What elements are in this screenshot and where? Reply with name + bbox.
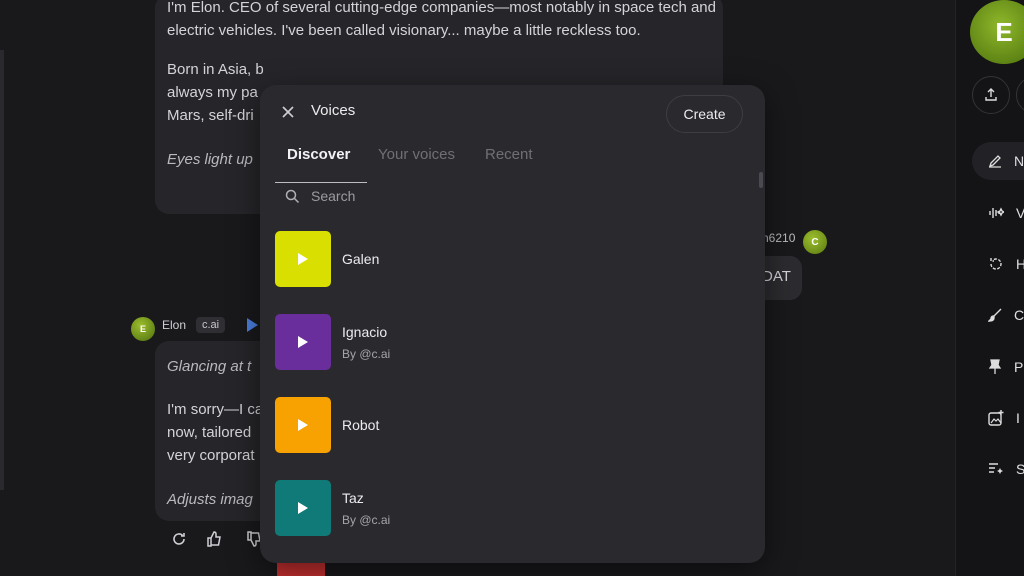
voice-name: Ignacio: [342, 324, 388, 340]
search-placeholder: Search: [311, 188, 356, 204]
bot-avatar[interactable]: E: [131, 317, 155, 341]
tab-discover[interactable]: Discover: [287, 146, 350, 163]
refresh-icon[interactable]: [170, 530, 188, 548]
voice-play-button[interactable]: [275, 397, 331, 453]
edit-icon: [988, 155, 1001, 168]
sidebar-item-label: P: [1014, 359, 1024, 375]
sidebar-item-style[interactable]: S: [972, 450, 1024, 488]
modal-title: Voices: [311, 102, 356, 119]
voice-play-button[interactable]: [275, 231, 331, 287]
voice-item-galen[interactable]: Galen: [275, 231, 745, 287]
search-icon: [285, 189, 300, 204]
sidebar-item-new-chat[interactable]: N: [972, 142, 1024, 180]
voice-author: By @c.ai: [342, 347, 391, 361]
sidebar-item-label: I: [1016, 410, 1020, 426]
user-name: n6210: [762, 231, 796, 245]
close-icon[interactable]: [278, 102, 298, 122]
image-add-icon: [988, 410, 1004, 426]
sidebar-item-customize[interactable]: C: [972, 296, 1024, 334]
voice-name: Robot: [342, 417, 380, 433]
brush-icon: [988, 308, 1002, 322]
search-input[interactable]: Search: [275, 183, 755, 211]
create-voice-button[interactable]: Create: [666, 95, 743, 133]
voice-author: By @c.ai: [342, 513, 391, 527]
sidebar-item-label: S: [1016, 461, 1024, 477]
bot-name: Elon: [162, 318, 187, 332]
voices-modal: Voices Create Discover Your voices Recen…: [260, 85, 765, 563]
pin-icon: [988, 359, 1002, 374]
sparkle-list-icon: [989, 463, 1003, 474]
tab-recent[interactable]: Recent: [485, 146, 533, 163]
play-icon: [298, 419, 308, 431]
sidebar-item-history[interactable]: H: [972, 245, 1024, 283]
play-voice-icon[interactable]: [245, 317, 259, 333]
sidebar-item-label: V: [1016, 205, 1024, 221]
voice-play-button[interactable]: [275, 480, 331, 536]
voice-item-robot[interactable]: Robot: [275, 397, 745, 453]
share-button[interactable]: [972, 76, 1010, 114]
play-icon: [298, 253, 308, 265]
sidebar-item-pinned[interactable]: P: [972, 348, 1024, 386]
message-text: Born in Asia, b: [167, 61, 264, 78]
tab-your-voices[interactable]: Your voices: [378, 146, 455, 163]
voice-item-taz[interactable]: Taz By @c.ai: [275, 480, 745, 536]
user-avatar[interactable]: C: [803, 230, 827, 254]
chat-scrollbar[interactable]: [0, 50, 4, 490]
waveform-icon: [989, 207, 1004, 218]
sidebar-item-label: H: [1016, 256, 1024, 272]
thumbs-up-icon[interactable]: [205, 530, 223, 548]
bot-badge: c.ai: [196, 317, 226, 333]
voice-play-button[interactable]: [275, 314, 331, 370]
sidebar-item-label: C: [1014, 307, 1024, 323]
voice-item-ignacio[interactable]: Ignacio By @c.ai: [275, 314, 745, 370]
play-icon: [298, 336, 308, 348]
play-icon: [298, 502, 308, 514]
message-text: I'm Elon. CEO of several cutting-edge co…: [167, 0, 716, 39]
message-text: DAT: [762, 268, 791, 285]
background-element: [277, 563, 325, 576]
sidebar-item-voice[interactable]: V: [972, 194, 1024, 232]
voice-name: Taz: [342, 490, 364, 506]
modal-scrollbar[interactable]: [759, 172, 763, 188]
sidebar-item-image[interactable]: I: [972, 399, 1024, 437]
upload-icon: [985, 88, 997, 101]
voice-name: Galen: [342, 251, 380, 267]
sidebar-item-label: N: [1014, 153, 1024, 169]
history-icon: [990, 258, 1002, 270]
